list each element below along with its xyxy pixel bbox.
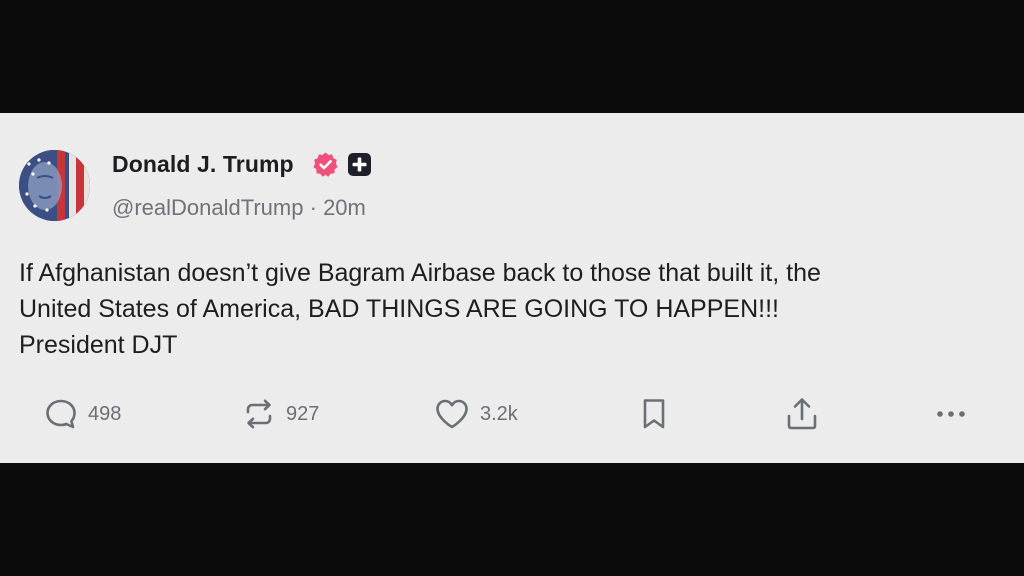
post-text: If Afghanistan doesn’t give Bagram Airba… [19,255,1009,363]
like-count: 3.2k [480,402,518,425]
verified-icon [313,152,338,177]
video-frame: Donald J. Trump @realDonaldTrump · 20m I… [0,0,1024,576]
meta-separator: · [309,195,317,220]
share-icon [787,398,817,430]
like-icon [436,399,468,429]
avatar[interactable] [19,150,90,221]
plus-badge-icon [348,153,371,176]
repost-icon [246,399,272,429]
post-time[interactable]: 20m [323,195,366,220]
reply-button[interactable]: 498 [44,396,121,432]
post-text-line: United States of America, BAD THINGS ARE… [19,295,779,323]
share-button[interactable] [785,396,819,432]
avatar-image [19,150,90,221]
reply-icon [46,399,76,429]
repost-count: 927 [286,402,320,425]
post-text-line: If Afghanistan doesn’t give Bagram Airba… [19,259,821,287]
post-card: Donald J. Trump @realDonaldTrump · 20m I… [0,113,1024,463]
like-button[interactable]: 3.2k [434,396,518,432]
post-text-line: President DJT [19,331,178,359]
author-handle[interactable]: @realDonaldTrump [112,195,303,220]
reply-count: 498 [88,402,122,425]
bookmark-icon [643,399,665,429]
more-options-button[interactable] [933,396,969,432]
more-icon [937,411,965,417]
author-name[interactable]: Donald J. Trump [112,151,294,178]
repost-button[interactable]: 927 [242,396,319,432]
author-meta: @realDonaldTrump · 20m [112,195,366,221]
bookmark-button[interactable] [640,396,668,432]
